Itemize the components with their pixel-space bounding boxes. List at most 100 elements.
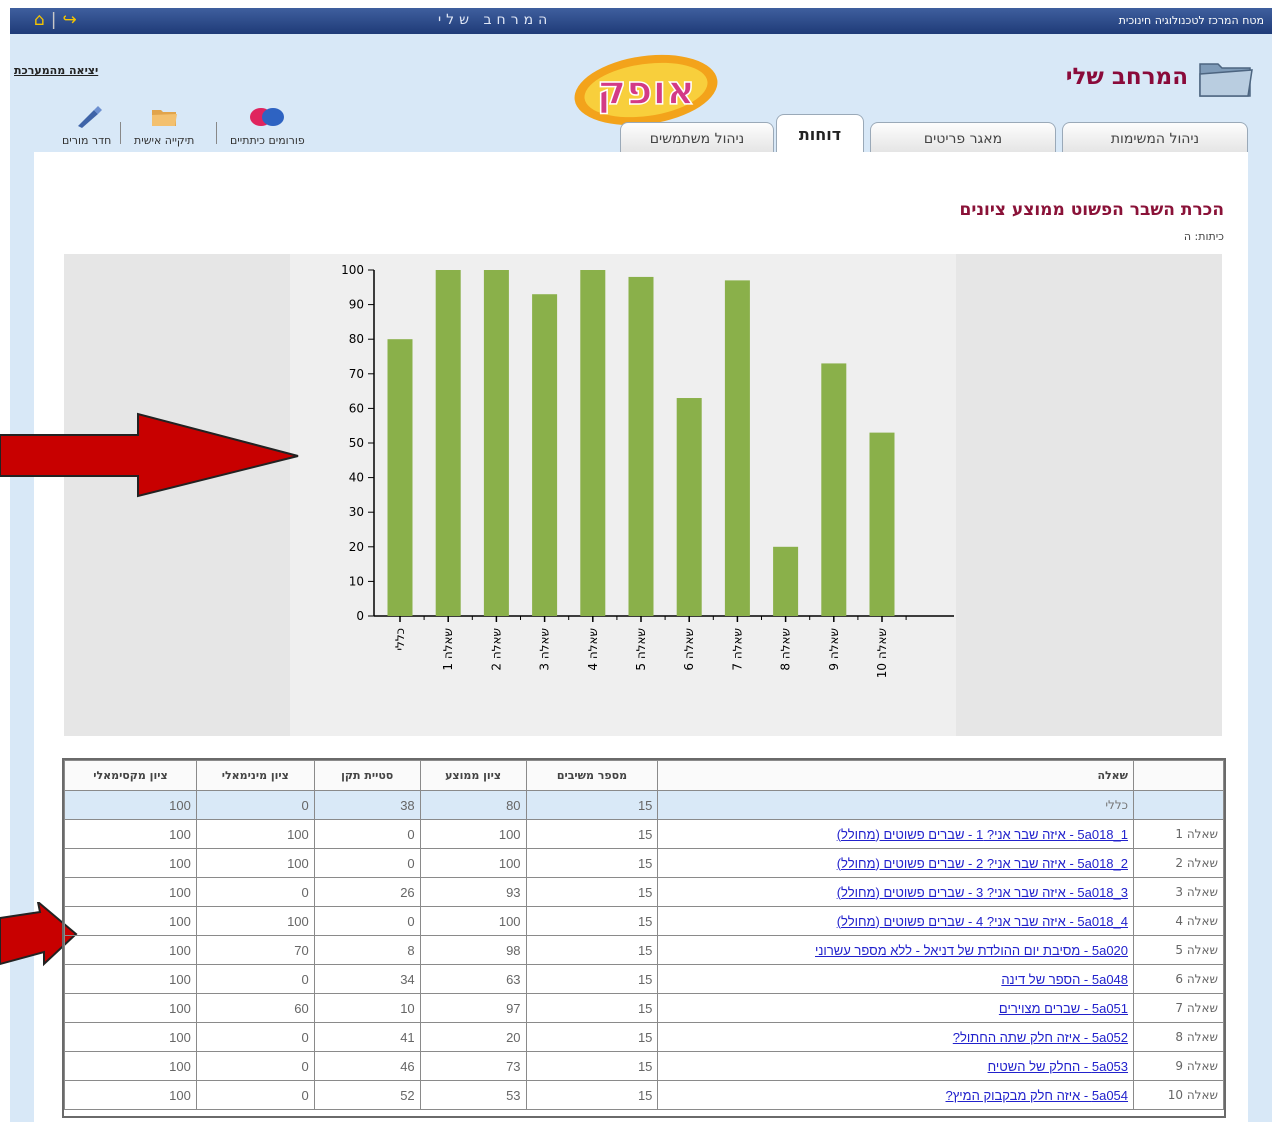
question-link[interactable]: 5a048 - הספר של דינה: [1001, 972, 1128, 987]
cell-std: 0: [313, 819, 421, 849]
mta-label[interactable]: מטח המרכז לטכנולוגיה חינוכית: [1119, 14, 1264, 27]
chart-bar: [676, 398, 702, 616]
cell-question: 5a020 - מסיבת יום ההולדת של דניאל - ללא …: [657, 935, 1135, 965]
y-tick-label: 50: [349, 436, 364, 450]
cell-min: 0: [195, 964, 315, 994]
cell-row-label: [1133, 790, 1224, 820]
tool-forums[interactable]: פורומים כיתתיים: [230, 106, 305, 147]
question-link[interactable]: 5a054 - איזה חלק מבקבוק המיץ?: [946, 1088, 1129, 1103]
tool-personal-folder[interactable]: תיקייה אישית: [134, 106, 194, 147]
tab-tasks-management[interactable]: ניהול המשימות: [1062, 122, 1248, 154]
question-link[interactable]: 5a020 - מסיבת יום ההולדת של דניאל - ללא …: [815, 943, 1128, 958]
cell-max: 100: [64, 1080, 197, 1110]
cell-max: 100: [64, 906, 197, 936]
x-tick-label: כללי: [393, 628, 407, 651]
x-tick-label: שאלה 9: [827, 628, 841, 671]
cell-average: 97: [419, 993, 527, 1023]
y-tick-label: 10: [349, 574, 364, 588]
cell-respondents: 15: [525, 964, 659, 994]
header-min[interactable]: ציון מינימאלי: [195, 760, 315, 791]
chart-bar: [724, 280, 750, 616]
cell-question: כללי: [657, 790, 1135, 820]
tool-label: חדר מורים: [62, 134, 112, 147]
tool-teachers-room[interactable]: חדר מורים: [62, 106, 111, 147]
question-link[interactable]: 5a018_1 - איזה שבר אני? 1 - שברים פשוטים…: [837, 827, 1128, 842]
chart-bar: [532, 294, 558, 616]
report-title: הכרת השבר הפשוט ממוצע ציונים: [959, 200, 1224, 220]
cell-min: 60: [195, 993, 315, 1023]
cell-min: 100: [195, 819, 315, 849]
x-tick-label: שאלה 3: [538, 628, 552, 671]
pen-icon: [77, 106, 102, 128]
cell-average: 80: [419, 790, 527, 820]
table-body: 100 0 38 80 15 כללי 100 100 0 100 15 5a018_1 - איזה…: [64, 790, 1224, 1110]
cell-question: 5a018_1 - איזה שבר אני? 1 - שברים פשוטים…: [657, 819, 1135, 849]
cell-row-label: שאלה 5: [1133, 935, 1224, 965]
cell-question: 5a018_2 - איזה שבר אני? 2 - שברים פשוטים…: [657, 848, 1135, 878]
cell-row-label: שאלה 6: [1133, 964, 1224, 994]
cell-max: 100: [64, 964, 197, 994]
tab-users-management[interactable]: ניהול משתמשים: [620, 122, 774, 154]
question-link[interactable]: 5a018_3 - איזה שבר אני? 3 - שברים פשוטים…: [837, 885, 1128, 900]
cell-row-label: שאלה 3: [1133, 877, 1224, 907]
table-row: 100 0 46 73 15 5a053 - החלק של השטיח שאלה 9: [64, 1051, 1224, 1081]
x-tick-label: שאלה 1: [441, 628, 455, 671]
x-tick-label: שאלה 2: [489, 628, 503, 671]
x-tick-label: שאלה 10: [875, 628, 889, 678]
cell-average: 98: [419, 935, 527, 965]
y-tick-label: 30: [349, 505, 364, 519]
home-icon[interactable]: ⌂: [34, 10, 45, 30]
tab-item-bank[interactable]: מאגר פריטים: [870, 122, 1056, 154]
cell-min: 100: [195, 848, 315, 878]
table-row: 100 100 0 100 15 5a018_2 - איזה שבר אני? 2 - …: [64, 848, 1224, 878]
tab-reports[interactable]: דוחות: [776, 114, 864, 154]
header-max[interactable]: ציון מקסימאלי: [64, 760, 197, 791]
table-row: 100 100 0 100 15 5a018_1 - איזה שבר אני? 1 - …: [64, 819, 1224, 849]
top-icons: ⌂ | ↪: [34, 10, 83, 30]
cell-row-label: שאלה 9: [1133, 1051, 1224, 1081]
table-header-row: ציון מקסימאלי ציון מינימאלי סטיית תקן צי…: [64, 760, 1224, 791]
header-average[interactable]: ציון ממוצע: [419, 760, 527, 791]
y-tick-label: 0: [356, 609, 364, 623]
cell-average: 100: [419, 848, 527, 878]
cell-respondents: 15: [525, 848, 659, 878]
question-link[interactable]: 5a053 - החלק של השטיח: [988, 1059, 1128, 1074]
red-arrow-chart: [0, 412, 299, 498]
chart-bar: [628, 276, 654, 616]
cell-max: 100: [64, 877, 197, 907]
x-tick-label: שאלה 8: [779, 628, 793, 671]
x-tick-label: שאלה 7: [730, 628, 744, 671]
header-std[interactable]: סטיית תקן: [313, 760, 421, 791]
y-tick-label: 20: [349, 540, 364, 554]
cell-respondents: 15: [525, 790, 659, 820]
cell-min: 0: [195, 877, 315, 907]
cell-std: 0: [313, 906, 421, 936]
cell-std: 46: [313, 1051, 421, 1081]
table-row: 100 60 10 97 15 5a051 - שברים מצוירים שאלה 7: [64, 993, 1224, 1023]
question-link[interactable]: 5a018_4 - איזה שבר אני? 4 - שברים פשוטים…: [837, 914, 1128, 929]
folder-icon: [1199, 63, 1253, 97]
chart-bar: [869, 432, 895, 616]
cell-average: 53: [419, 1080, 527, 1110]
forum-bubbles-icon: [250, 108, 285, 126]
refresh-icon[interactable]: ↪: [63, 10, 77, 30]
cell-respondents: 15: [525, 1051, 659, 1081]
header-question[interactable]: שאלה: [657, 760, 1135, 791]
chart-bar: [387, 339, 413, 616]
cell-max: 100: [64, 1051, 197, 1081]
x-tick-label: שאלה 6: [682, 628, 696, 671]
cell-std: 8: [313, 935, 421, 965]
exit-link[interactable]: יציאה מהמערכת: [14, 64, 98, 77]
header-respondents[interactable]: מספר משיבים: [525, 760, 659, 791]
cell-min: 0: [195, 1022, 315, 1052]
question-link[interactable]: 5a018_2 - איזה שבר אני? 2 - שברים פשוטים…: [837, 856, 1128, 871]
cell-question: 5a048 - הספר של דינה: [657, 964, 1135, 994]
cell-max: 100: [64, 935, 197, 965]
question-link[interactable]: 5a052 - איזה חלק שתה החתול?: [953, 1030, 1128, 1045]
table-row: 100 0 41 20 15 5a052 - איזה חלק שתה החתול? שאל…: [64, 1022, 1224, 1052]
question-link[interactable]: 5a051 - שברים מצוירים: [999, 1001, 1128, 1016]
tool-label: פורומים כיתתיים: [230, 134, 305, 147]
cell-respondents: 15: [525, 993, 659, 1023]
cell-respondents: 15: [525, 906, 659, 936]
y-tick-label: 40: [349, 471, 364, 485]
